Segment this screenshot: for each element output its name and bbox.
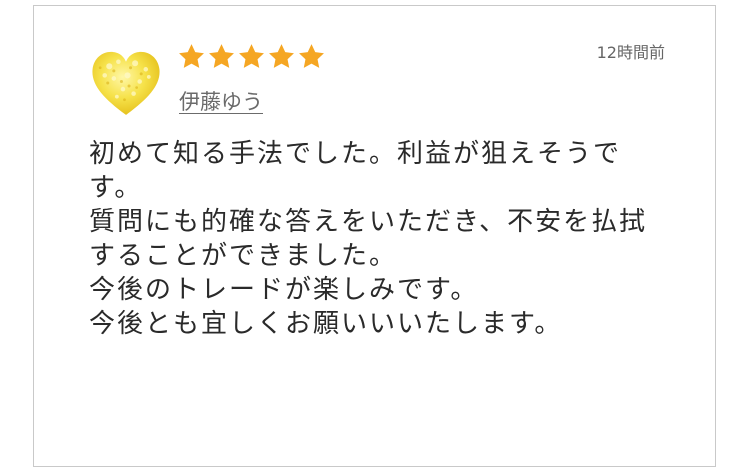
review-text-line: 質問にも的確な答えをいただき、不安を払拭 [89, 207, 648, 237]
reviewer-name-link[interactable]: 伊藤ゆう [179, 86, 263, 116]
review-text: 初めて知る手法でした。利益が狙えそうで す。質問にも的確な答えをいただき、不安を払… [89, 137, 669, 341]
flower-heart-avatar-icon [92, 51, 160, 115]
review-timestamp: 12時間前 [596, 43, 665, 62]
star-icon [239, 44, 264, 68]
star-icon [269, 44, 294, 68]
review-text-line: 今後のトレードが楽しみです。 [89, 275, 479, 305]
star-rating [177, 42, 326, 71]
review-text-line: 今後とも宜しくお願いいいたします。 [89, 309, 563, 339]
star-icon [299, 44, 324, 68]
review-text-line: す。 [89, 173, 143, 203]
review-text-line: 初めて知る手法でした。利益が狙えそうで [89, 139, 622, 169]
review-card: 伊藤ゆう 12時間前 初めて知る手法でした。利益が狙えそうで す。質問にも的確な答… [33, 5, 716, 467]
star-icon [179, 44, 204, 68]
star-icon [209, 44, 234, 68]
review-text-line: することができました。 [89, 241, 398, 271]
